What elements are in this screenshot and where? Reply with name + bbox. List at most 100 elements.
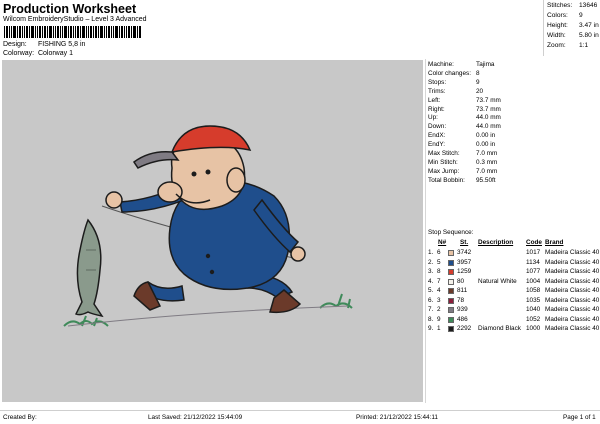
stitch-count: 80 bbox=[457, 277, 465, 285]
property-label: Up: bbox=[428, 114, 438, 122]
stop-sequence-row: 4. 7 80 Natural White 1004 Madeira Classic 40 bbox=[428, 278, 600, 287]
color-swatch bbox=[448, 250, 454, 256]
thread-code: 1077 bbox=[526, 268, 541, 275]
stop-number: 9. bbox=[428, 325, 434, 332]
stop-number: 3. bbox=[428, 268, 434, 275]
stitch-count: 3957 bbox=[457, 258, 472, 266]
property-value: 95.50ft bbox=[476, 176, 496, 184]
thread-brand: Madeira Classic 40 bbox=[545, 277, 600, 285]
colorway-label: Colorway: bbox=[3, 50, 35, 57]
zoom-value: 1:1 bbox=[579, 42, 589, 49]
stop-sequence-row: 7. 2 939 1040 Madeira Classic 40 bbox=[428, 306, 600, 315]
page-number: Page 1 of 1 bbox=[563, 414, 596, 421]
property-label: Color changes: bbox=[428, 69, 471, 77]
stop-number: 2. bbox=[428, 258, 434, 266]
width-value: 5.80 in bbox=[579, 32, 599, 39]
height-value: 3.47 in bbox=[579, 22, 599, 29]
thread-brand: Madeira Classic 40 bbox=[545, 287, 600, 294]
stop-sequence-row: 2. 5 3957 1134 Madeira Classic 40 bbox=[428, 259, 600, 268]
stitch-count: 1259 bbox=[457, 268, 472, 275]
stitches-label: Stitches: bbox=[547, 2, 573, 9]
colors-label: Colors: bbox=[547, 12, 568, 19]
property-row: Machine: Tajima bbox=[428, 61, 494, 68]
thread-brand: Madeira Classic 40 bbox=[545, 258, 600, 266]
property-label: Machine: bbox=[428, 61, 454, 68]
thread-description: Natural White bbox=[478, 277, 517, 285]
design-value: FISHING 5,8 in bbox=[37, 41, 86, 48]
column-header-description: Description bbox=[478, 239, 514, 246]
stitch-count: 939 bbox=[457, 306, 468, 313]
page-title: Production Worksheet bbox=[3, 2, 137, 16]
property-value: 20 bbox=[476, 87, 484, 95]
property-label: EndX: bbox=[428, 132, 446, 140]
stitches-value: 13646 bbox=[579, 2, 598, 9]
design-row: Design: FISHING 5,8 in bbox=[3, 41, 85, 48]
color-swatch bbox=[448, 278, 454, 285]
stitch-count: 2292 bbox=[457, 325, 472, 332]
design-properties-panel: Machine: Tajima Color changes: 8 Stops: 9 Trim… bbox=[425, 59, 600, 403]
property-value: 7.0 mm bbox=[476, 150, 498, 157]
property-value: 9 bbox=[476, 78, 480, 86]
property-label: Max Jump: bbox=[428, 167, 460, 175]
width-stat: Width: 5.80 in bbox=[547, 32, 599, 39]
stop-number: 8. bbox=[428, 315, 434, 323]
color-swatch bbox=[448, 297, 454, 304]
design-stats: Stitches: 13646 Colors: 9 Height: 3.47 in W… bbox=[543, 0, 600, 56]
property-row: Up: 44.0 mm bbox=[428, 114, 501, 122]
property-value: 73.7 mm bbox=[476, 96, 501, 104]
stop-sequence-row: 9. 1 2292 Diamond Black 1000 Madeira Classic … bbox=[428, 325, 600, 334]
stop-sequence-title: Stop Sequence: bbox=[428, 229, 474, 236]
needle-number: 8 bbox=[437, 268, 441, 275]
property-value: 0.00 in bbox=[476, 141, 496, 149]
stop-sequence-row: 5. 4 811 1058 Madeira Classic 40 bbox=[428, 287, 600, 296]
thread-brand: Madeira Classic 40 bbox=[545, 249, 600, 256]
color-swatch bbox=[448, 288, 454, 294]
colorway-value: Colorway 1 bbox=[37, 50, 73, 57]
column-header-st: St. bbox=[460, 239, 469, 246]
property-row: Trims: 20 bbox=[428, 87, 483, 95]
thread-brand: Madeira Classic 40 bbox=[545, 296, 600, 304]
stitches-stat: Stitches: 13646 bbox=[547, 2, 597, 9]
property-label: Min Stitch: bbox=[428, 158, 458, 166]
needle-number: 3 bbox=[437, 296, 441, 304]
stop-number: 7. bbox=[428, 306, 434, 313]
thread-code: 1000 bbox=[526, 325, 541, 332]
needle-number: 1 bbox=[437, 325, 441, 332]
property-row: Total Bobbin: 95.50ft bbox=[428, 176, 496, 184]
created-by: Created By: bbox=[3, 414, 37, 421]
height-stat: Height: 3.47 in bbox=[547, 22, 599, 29]
property-value: 73.7 mm bbox=[476, 105, 501, 113]
thread-code: 1058 bbox=[526, 287, 541, 294]
thread-code: 1052 bbox=[526, 315, 541, 323]
needle-number: 9 bbox=[437, 315, 441, 323]
property-label: Max Stitch: bbox=[428, 150, 460, 157]
property-label: Total Bobbin: bbox=[428, 176, 465, 184]
stitch-count: 78 bbox=[457, 296, 465, 304]
column-header-brand: Brand bbox=[545, 239, 564, 246]
color-swatch bbox=[448, 326, 454, 332]
worksheet-header: Production Worksheet Wilcom EmbroiderySt… bbox=[0, 0, 543, 60]
property-row: Max Jump: 7.0 mm bbox=[428, 167, 497, 175]
thread-code: 1035 bbox=[526, 296, 541, 304]
design-preview bbox=[2, 60, 423, 402]
barcode-image bbox=[4, 26, 141, 38]
software-name: Wilcom EmbroideryStudio – Level 3 Advanc… bbox=[3, 16, 147, 23]
stop-number: 5. bbox=[428, 287, 434, 294]
property-label: Down: bbox=[428, 123, 447, 131]
last-saved: Last Saved: 21/12/2022 15:44:09 bbox=[148, 414, 243, 421]
property-row: EndX: 0.00 in bbox=[428, 132, 495, 140]
property-value: 0.00 in bbox=[476, 132, 496, 140]
property-value: 44.0 mm bbox=[476, 123, 501, 131]
needle-number: 6 bbox=[437, 249, 441, 256]
property-label: Trims: bbox=[428, 87, 446, 95]
worksheet-footer: Created By: Last Saved: 21/12/2022 15:44… bbox=[0, 410, 600, 424]
property-value: 8 bbox=[476, 69, 480, 77]
property-row: EndY: 0.00 in bbox=[428, 141, 495, 148]
design-label: Design: bbox=[3, 41, 27, 48]
thread-code: 1134 bbox=[526, 258, 540, 266]
column-header-n: N# bbox=[438, 239, 447, 246]
stitch-count: 811 bbox=[457, 287, 468, 294]
property-label: Right: bbox=[428, 105, 445, 113]
property-value: Tajima bbox=[476, 61, 495, 68]
zoom-stat: Zoom: 1:1 bbox=[547, 42, 588, 49]
